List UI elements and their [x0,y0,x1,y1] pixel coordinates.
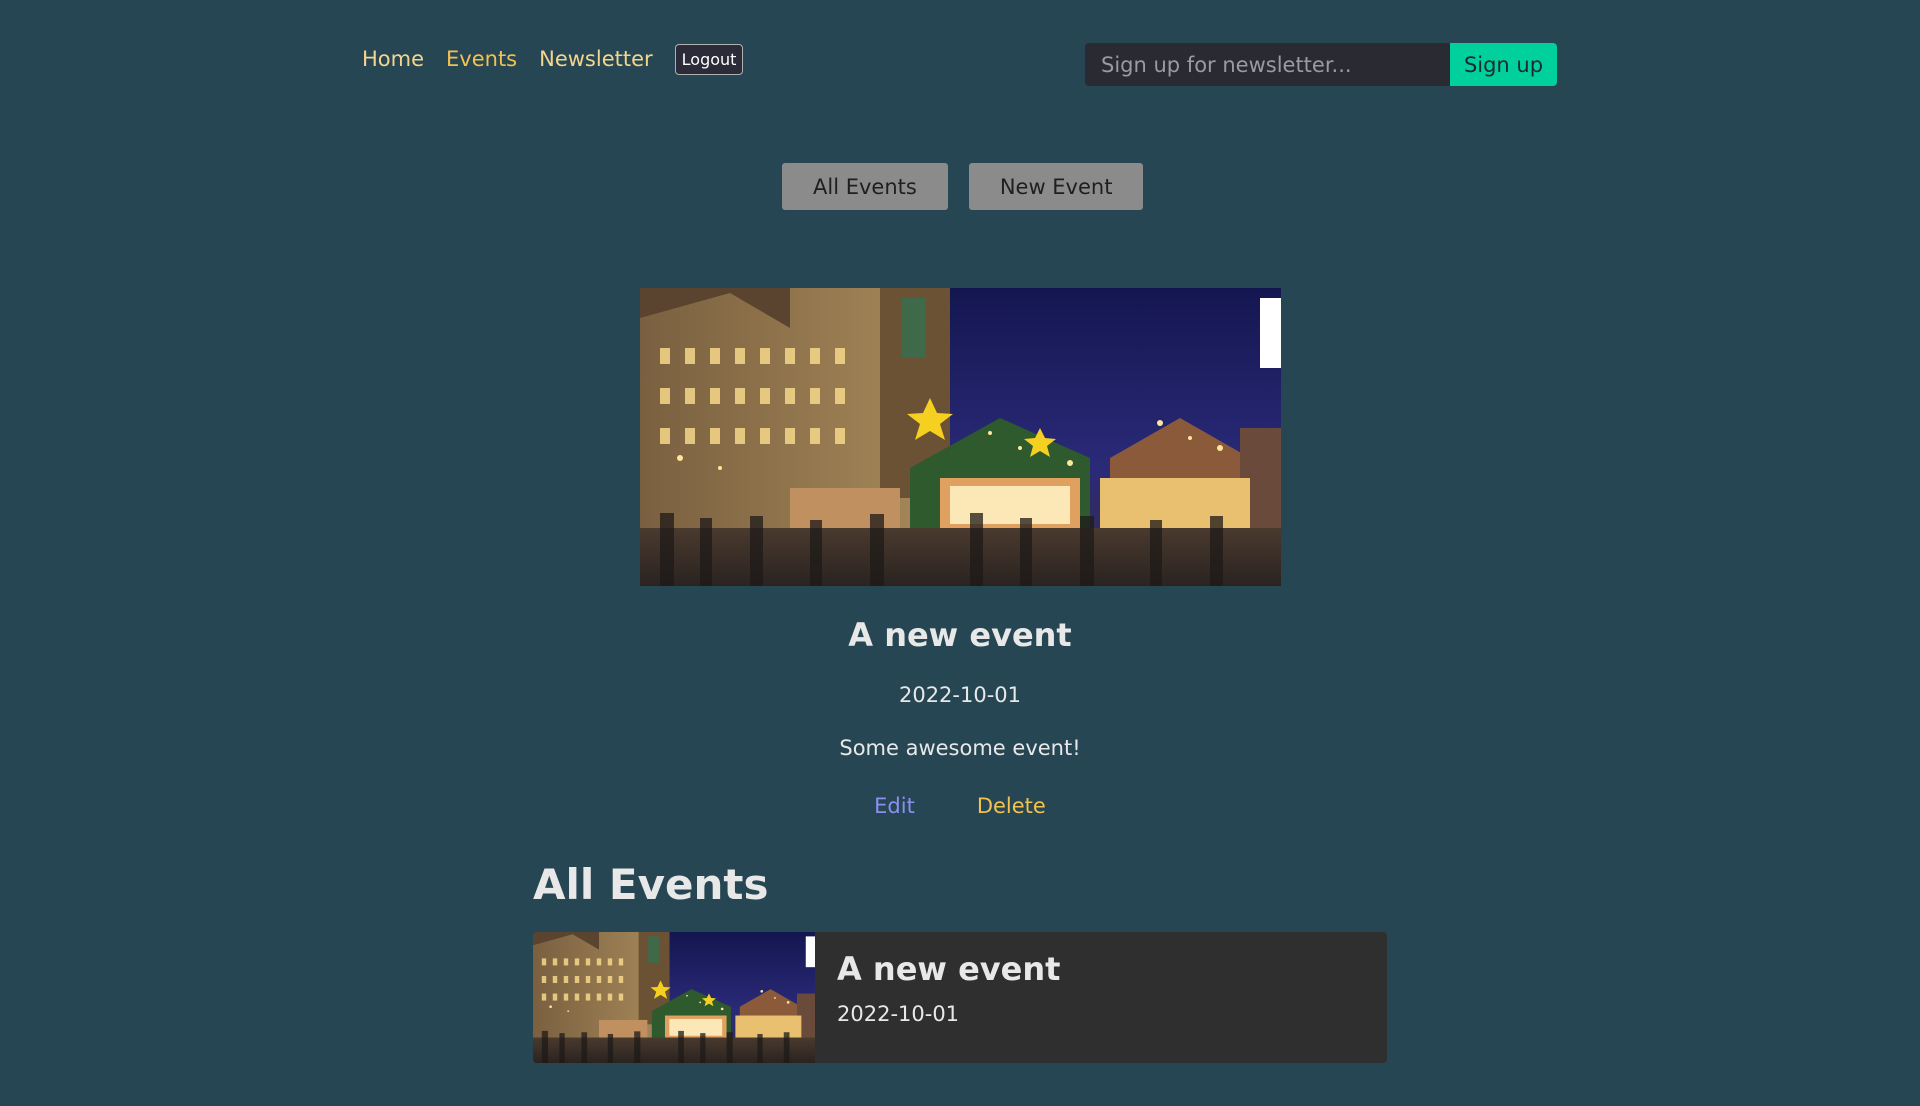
event-detail-title: A new event [848,616,1072,654]
new-event-button[interactable]: New Event [968,163,1144,210]
events-subnav: All Events New Event [782,163,1144,210]
nav-link-events[interactable]: Events [446,42,517,76]
nav-link-newsletter[interactable]: Newsletter [539,42,653,76]
edit-event-link[interactable]: Edit [874,794,915,818]
newsletter-signup-form: Sign up [1085,43,1557,86]
event-detail-description: Some awesome event! [839,736,1081,760]
event-list-item[interactable]: A new event 2022-10-01 [533,932,1387,1063]
all-events-button[interactable]: All Events [782,163,948,210]
event-card-date: 2022-10-01 [837,1002,960,1026]
all-events-heading: All Events [533,860,769,909]
event-detail-image [640,288,1281,586]
event-thumbnail-image [533,932,815,1063]
newsletter-signup-button[interactable]: Sign up [1450,43,1557,86]
event-actions: Edit Delete [0,794,1920,818]
christmas-market-image [640,288,1281,586]
newsletter-email-input[interactable] [1085,43,1450,86]
main-navigation: Home Events Newsletter Logout [362,42,744,76]
event-detail-date: 2022-10-01 [898,683,1022,707]
delete-event-button[interactable]: Delete [977,794,1046,818]
event-card-title: A new event [837,950,1061,988]
nav-link-home[interactable]: Home [362,42,424,76]
logout-button[interactable]: Logout [674,43,744,75]
event-card-body: A new event 2022-10-01 [815,932,1060,1063]
events-page: Home Events Newsletter Logout Sign up Al… [0,0,1920,1106]
